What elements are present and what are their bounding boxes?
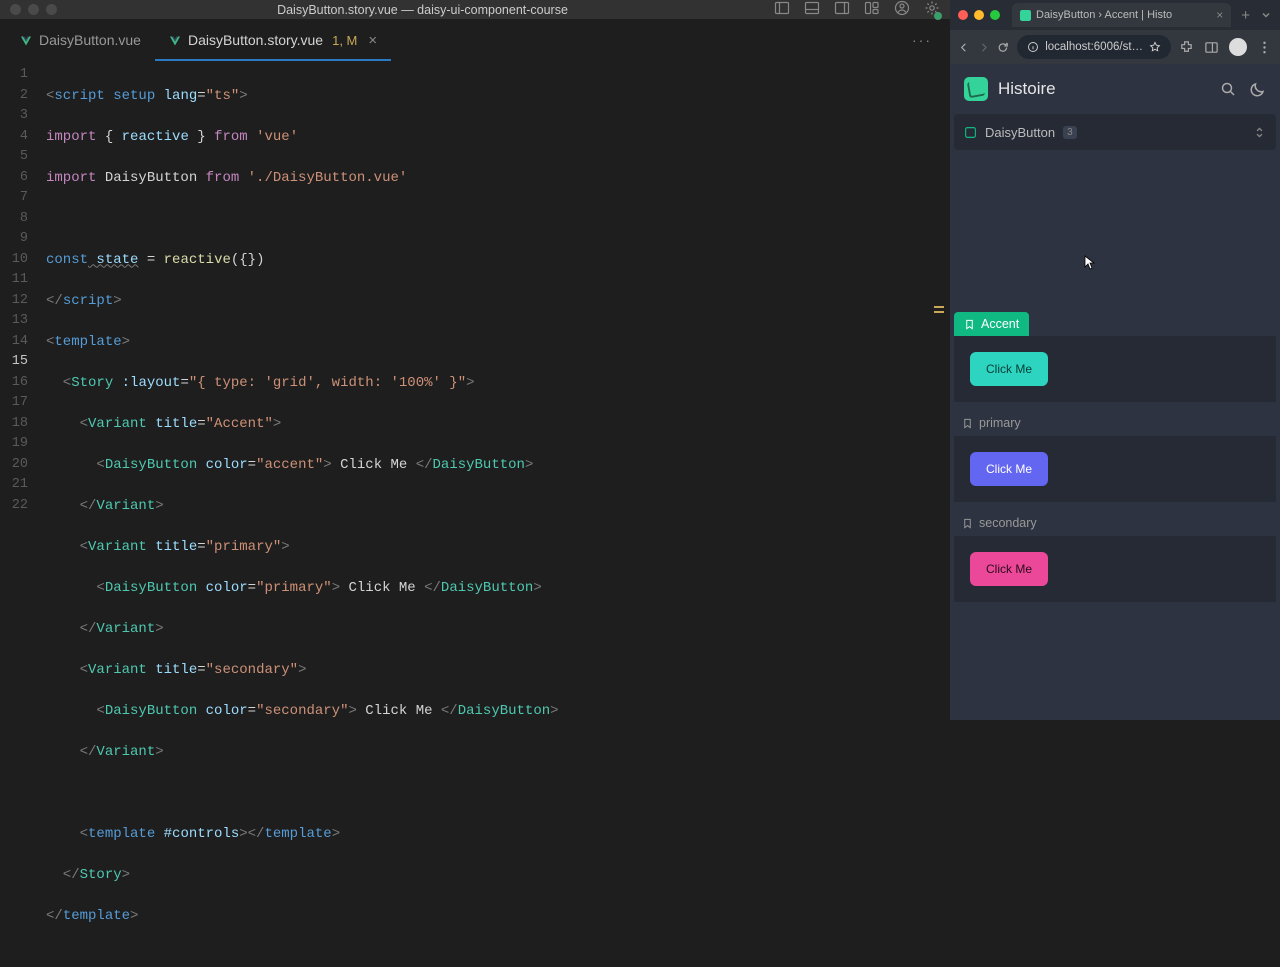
tab-overflow-icon[interactable]: ··· [912,32,932,48]
menu-icon[interactable] [1257,40,1272,55]
daisy-button-secondary[interactable]: Click Me [970,552,1048,586]
variant-header-accent[interactable]: Accent [954,312,1029,336]
chevron-down-icon[interactable] [1260,9,1272,21]
panel-bottom-icon[interactable] [804,0,820,16]
reload-icon[interactable] [997,40,1009,55]
window-controls[interactable] [958,10,1000,20]
tab-title: DaisyButton › Accent | Histo [1036,9,1172,21]
extensions-icon[interactable] [1179,40,1194,55]
panel-right-icon[interactable] [834,0,850,16]
browser-tab[interactable]: DaisyButton › Accent | Histo × [1012,3,1231,27]
editor-tabs: DaisyButton.vue DaisyButton.story.vue 1,… [0,19,950,61]
maximize-icon[interactable] [990,10,1000,20]
addr-bar-right [1179,38,1272,56]
variant-preview: Click Me [954,436,1276,502]
vscode-window: DaisyButton.story.vue — daisy-ui-compone… [0,0,950,720]
vue-icon [169,34,181,46]
variant-name: secondary [979,516,1037,530]
close-icon[interactable]: × [368,32,377,49]
variant-preview: Click Me [954,336,1276,402]
variant-preview: Click Me [954,536,1276,602]
component-icon [964,126,977,139]
close-icon[interactable]: × [1216,8,1223,22]
histoire-logo-icon [964,77,988,101]
minimap-marker [934,306,944,320]
variant-header-secondary[interactable]: secondary [954,510,1276,536]
url-input[interactable]: localhost:6006/st… [1017,35,1171,59]
vscode-titlebar: DaisyButton.story.vue — daisy-ui-compone… [0,0,950,19]
tab-label: DaisyButton.vue [39,32,141,48]
titlebar-icons [774,0,940,19]
new-tab-button[interactable]: + [1237,7,1254,24]
account-icon[interactable] [894,0,910,16]
window-title: DaisyButton.story.vue — daisy-ui-compone… [71,3,774,17]
expand-icon[interactable] [1253,126,1266,139]
variants-panel: Accent Click Me primary Click Me secon [950,312,1280,720]
moon-icon[interactable] [1250,81,1266,97]
histoire-app: Histoire DaisyButton 3 Accent Click Me [950,64,1280,720]
tab-daisybutton-story[interactable]: DaisyButton.story.vue 1, M × [155,19,391,61]
back-icon[interactable] [958,40,970,55]
star-icon[interactable] [1149,41,1161,53]
url-text: localhost:6006/st… [1045,41,1143,53]
line-numbers: 1 2 3 4 5 6 7 8 9 10 11 12 13 14 15 16 1… [0,65,46,967]
tab-daisybutton[interactable]: DaisyButton.vue [6,19,155,61]
close-icon[interactable] [958,10,968,20]
story-name: DaisyButton [985,125,1055,140]
panel-left-icon[interactable] [774,0,790,16]
story-selector[interactable]: DaisyButton 3 [954,114,1276,150]
bookmark-icon [962,518,973,529]
info-icon[interactable] [1027,41,1039,53]
minimize-icon[interactable] [28,4,39,15]
daisy-button-primary[interactable]: Click Me [970,452,1048,486]
variant-header-primary[interactable]: primary [954,410,1276,436]
layout-icon[interactable] [864,0,880,16]
favicon-icon [1020,10,1031,21]
address-bar: localhost:6006/st… [950,30,1280,64]
tab-status: 1, M [332,33,357,48]
app-title: Histoire [998,79,1056,99]
forward-icon[interactable] [978,40,990,55]
histoire-header: Histoire [950,64,1280,114]
code-content[interactable]: <script setup lang="ts"> import { reacti… [46,65,950,967]
settings-gear-icon[interactable] [924,0,940,19]
window-controls[interactable] [10,4,57,15]
close-icon[interactable] [10,4,21,15]
maximize-icon[interactable] [46,4,57,15]
variant-name: primary [979,416,1021,430]
variant-count-badge: 3 [1063,126,1077,139]
variant-name: Accent [981,317,1019,331]
browser-window: DaisyButton › Accent | Histo × + localho… [950,0,1280,720]
vue-icon [20,34,32,46]
bookmark-icon [962,418,973,429]
code-editor[interactable]: 1 2 3 4 5 6 7 8 9 10 11 12 13 14 15 16 1… [0,61,950,967]
bookmark-icon [964,319,975,330]
search-icon[interactable] [1220,81,1236,97]
minimize-icon[interactable] [974,10,984,20]
profile-icon[interactable] [1229,38,1247,56]
browser-tab-strip: DaisyButton › Accent | Histo × + [950,0,1280,30]
tab-label: DaisyButton.story.vue [188,32,323,48]
sidebar-icon[interactable] [1204,40,1219,55]
daisy-button-accent[interactable]: Click Me [970,352,1048,386]
